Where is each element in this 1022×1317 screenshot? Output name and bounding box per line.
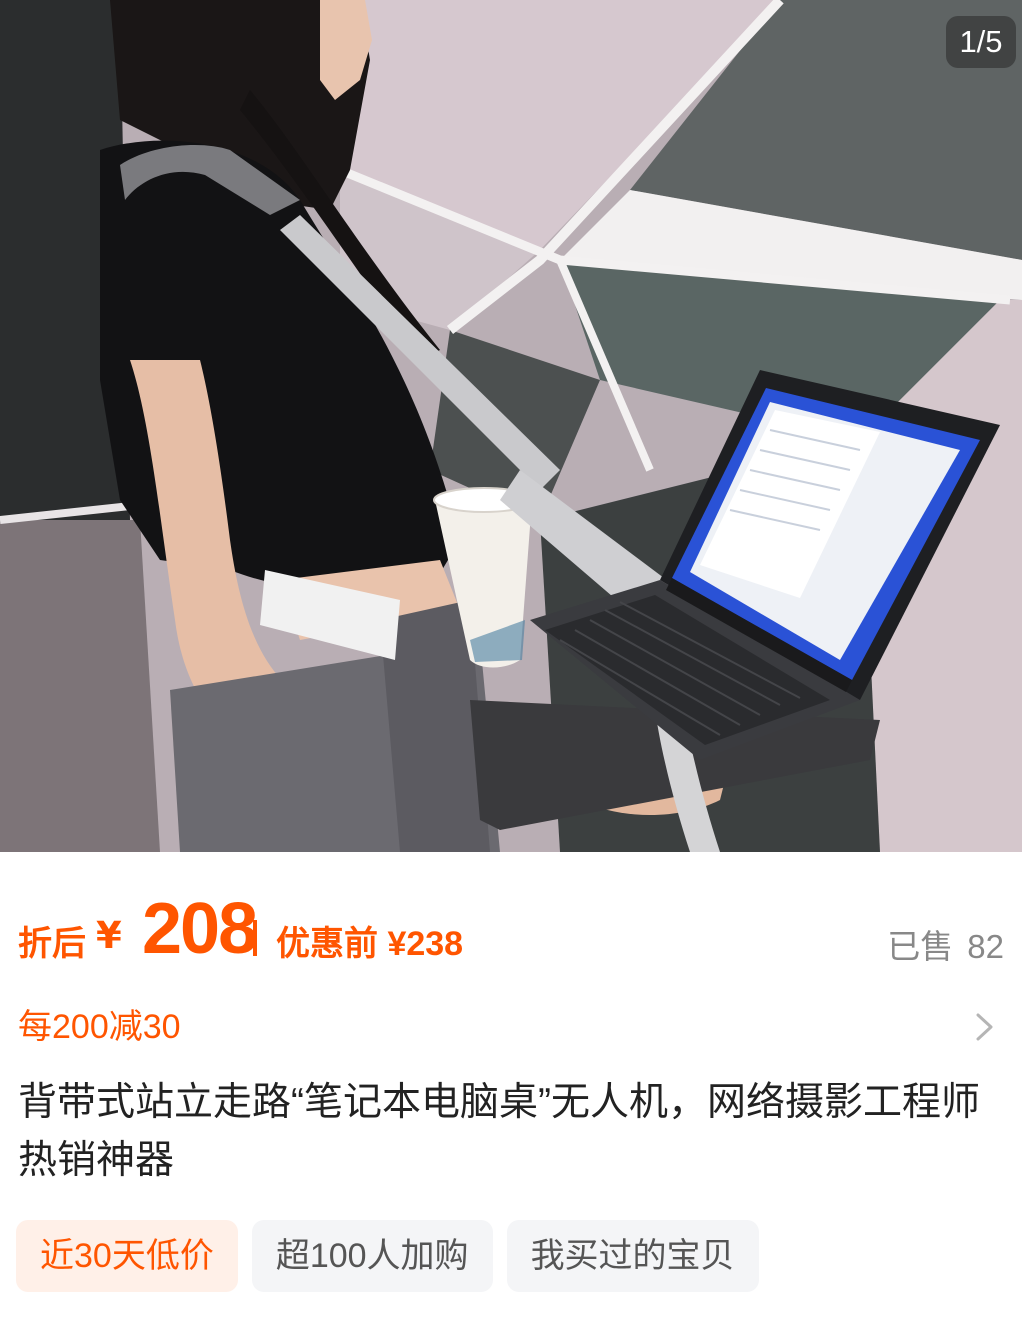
original-price-group: 优惠前 ¥238 <box>276 916 463 965</box>
tag-list: 近30天低价 超100人加购 我买过的宝贝 <box>16 1220 759 1292</box>
promotion-row[interactable]: 每200减30 <box>18 1002 1008 1052</box>
chevron-right-icon[interactable] <box>972 1011 998 1043</box>
price-divider <box>253 920 257 956</box>
price-row: 折后 ¥ 208 优惠前 ¥238 已售 82 <box>18 889 1008 974</box>
after-discount-label: 折后 <box>18 925 86 963</box>
product-photo <box>0 0 1022 852</box>
promotion-text: 每200减30 <box>18 1008 181 1046</box>
sold-label: 已售 <box>887 928 954 965</box>
original-price-label: 优惠前 <box>276 925 378 963</box>
sold-count: 已售 82 <box>887 920 1004 968</box>
sold-number: 82 <box>967 928 1004 965</box>
original-price: ¥238 <box>387 925 464 963</box>
product-image-gallery[interactable]: 1/5 <box>0 0 1022 852</box>
discounted-price: 208 <box>142 889 258 969</box>
product-title: 背带式站立走路“笔记本电脑桌”无人机，网络摄影工程师热销神器 <box>18 1081 980 1182</box>
tag-lowest-price-30-days[interactable]: 近30天低价 <box>16 1220 238 1292</box>
tag-added-to-cart-count[interactable]: 超100人加购 <box>251 1220 493 1292</box>
image-counter: 1/5 <box>946 16 1016 68</box>
tag-previously-purchased[interactable]: 我买过的宝贝 <box>506 1220 759 1292</box>
currency-symbol: ¥ <box>96 914 122 957</box>
product-info-panel: 折后 ¥ 208 优惠前 ¥238 已售 82 每200减30 背带式站立走路“笔… <box>0 852 1022 1317</box>
